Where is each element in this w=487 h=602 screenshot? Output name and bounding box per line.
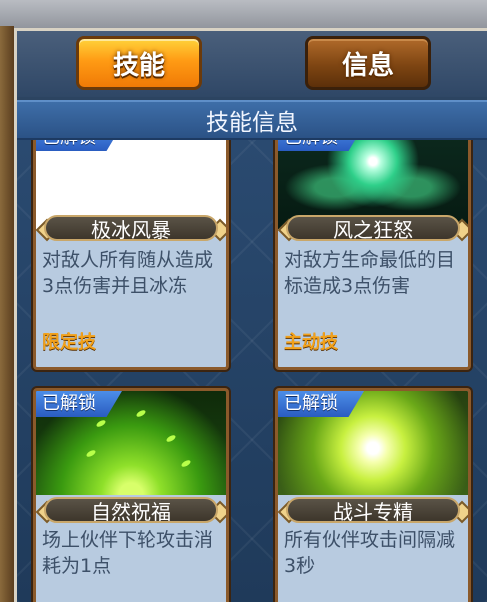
skill-card-nature-blessing[interactable]: 已解锁 自然祝福 场上伙伴下轮攻击消耗为1点: [33, 388, 229, 602]
skill-card-battle-mastery[interactable]: 已解锁 战斗专精 所有伙伴攻击间隔减3秒: [275, 388, 471, 602]
skill-description: 场上伙伴下轮攻击消耗为1点: [42, 529, 214, 577]
left-frame: [0, 26, 14, 602]
skill-type-tag: 主动技: [284, 332, 338, 353]
skill-screen: 技能 信息 技能信息 已解锁 极冰风暴 对敌人所有随从造成3点伤害并且冰冻 限定…: [0, 0, 487, 602]
skill-name: 极冰风暴: [44, 215, 218, 242]
tab-skill[interactable]: 技能: [76, 36, 202, 90]
tab-info[interactable]: 信息: [305, 36, 431, 90]
skill-card-wind-fury[interactable]: 已解锁 风之狂怒 对敌方生命最低的目标造成3点伤害 主动技: [275, 140, 471, 370]
skill-description: 对敌方生命最低的目标造成3点伤害: [284, 249, 456, 297]
skill-card-ice-storm[interactable]: 已解锁 极冰风暴 对敌人所有随从造成3点伤害并且冰冻 限定技: [33, 140, 229, 370]
skill-list[interactable]: 已解锁 极冰风暴 对敌人所有随从造成3点伤害并且冰冻 限定技 已解锁 风之狂怒 …: [17, 140, 487, 602]
skill-description: 对敌人所有随从造成3点伤害并且冰冻: [42, 249, 214, 297]
skill-name: 自然祝福: [44, 497, 218, 524]
section-title-label: 技能信息: [206, 110, 298, 136]
skill-type-tag: 限定技: [42, 332, 96, 353]
skill-description: 所有伙伴攻击间隔减3秒: [284, 529, 456, 577]
section-title: 技能信息: [17, 100, 487, 140]
skill-name: 风之狂怒: [286, 215, 460, 242]
skill-name: 战斗专精: [286, 497, 460, 524]
